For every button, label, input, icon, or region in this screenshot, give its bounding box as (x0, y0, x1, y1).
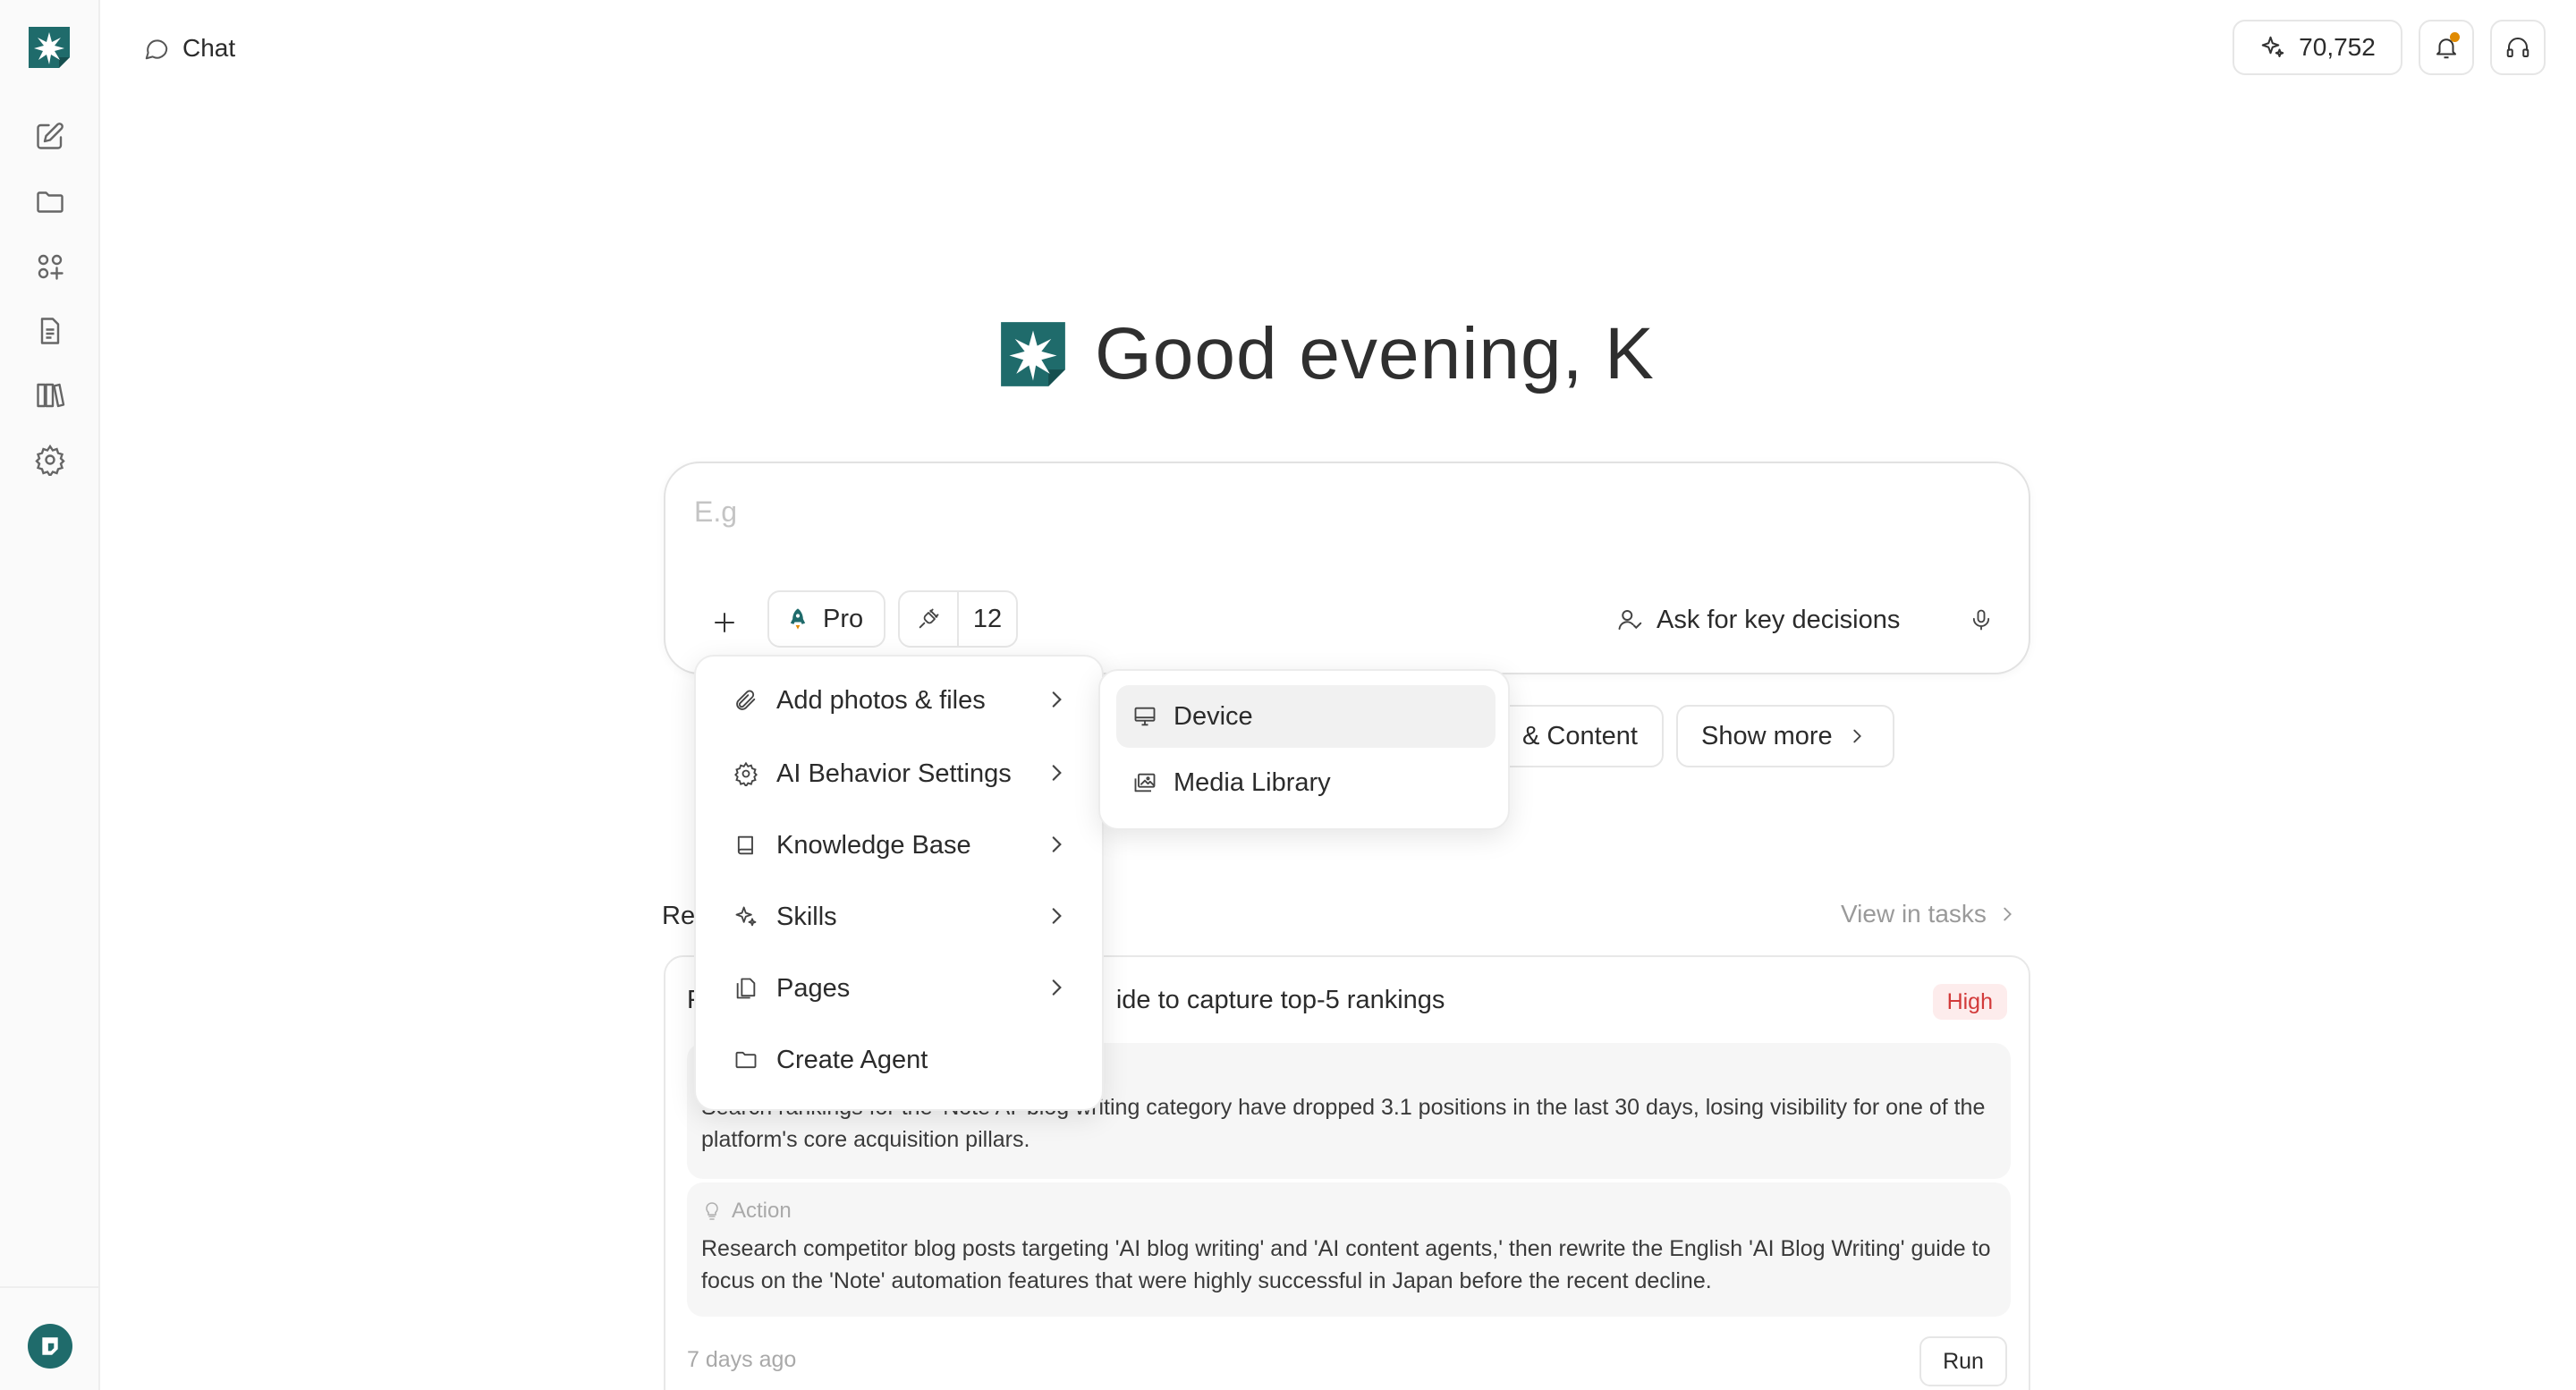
attach-menu: Add photos & files AI Behavior Settings … (694, 655, 1104, 1111)
support-button[interactable] (2490, 20, 2546, 75)
show-more-label: Show more (1701, 721, 1833, 750)
voice-input-button[interactable] (1957, 596, 2005, 644)
menu-item-label: Skills (776, 902, 837, 931)
greeting-text: Good evening, K (1095, 313, 1655, 394)
menu-item-add-photos-files[interactable]: Add photos & files (705, 669, 1095, 732)
task-title-text: ide to capture top-5 rankings (1115, 986, 1445, 1014)
submenu-item-media-library[interactable]: Media Library (1116, 751, 1496, 814)
sidebar-divider (0, 1286, 98, 1288)
sidebar (0, 0, 100, 1390)
breadcrumb[interactable]: Chat (143, 30, 235, 66)
microphone-icon (1972, 609, 1990, 631)
library-icon[interactable] (32, 377, 68, 413)
suggestion-label: & Content (1522, 721, 1638, 750)
chat-input[interactable] (694, 496, 1946, 529)
book-icon (733, 833, 758, 858)
pages-icon (733, 976, 758, 1001)
sparkle-icon (2259, 34, 2286, 61)
notifications-button[interactable] (2419, 20, 2474, 75)
task-action-box: Action Research competitor blog posts ta… (687, 1182, 2011, 1317)
chevron-right-icon (1052, 908, 1062, 924)
task-timestamp: 7 days ago (687, 1347, 797, 1372)
menu-item-knowledge-base[interactable]: Knowledge Base (705, 814, 1095, 877)
credits-button[interactable]: 70,752 (2233, 20, 2402, 75)
credits-value: 70,752 (2299, 33, 2376, 61)
run-task-button[interactable]: Run (1919, 1336, 2007, 1386)
priority-badge: High (1932, 984, 2007, 1020)
show-more-button[interactable]: Show more (1676, 705, 1894, 767)
chevron-right-icon (1052, 979, 1062, 996)
menu-item-skills[interactable]: Skills (705, 886, 1095, 948)
submenu-item-device[interactable]: Device (1116, 685, 1496, 748)
add-files-submenu: Device Media Library (1098, 669, 1510, 830)
monitor-icon (1132, 704, 1157, 729)
menu-item-label: Create Agent (776, 1045, 928, 1074)
headset-icon (2504, 34, 2531, 61)
gear-icon (733, 761, 758, 786)
menu-item-pages[interactable]: Pages (705, 957, 1095, 1020)
plug-icon (900, 592, 959, 646)
action-heading-label: Action (732, 1199, 792, 1223)
menu-item-label: Add photos & files (776, 685, 986, 715)
paperclip-icon (733, 688, 758, 713)
menu-item-ai-behavior-settings[interactable]: AI Behavior Settings (705, 742, 1095, 805)
view-tasks-label: View in tasks (1841, 900, 1987, 928)
brand-logo-icon (998, 319, 1068, 389)
greeting: Good evening, K (998, 309, 1655, 399)
action-heading: Action (701, 1199, 1996, 1224)
view-in-tasks-link[interactable]: View in tasks (1841, 900, 2017, 928)
lightbulb-icon (706, 1202, 718, 1220)
recent-section-label: Re (662, 902, 696, 930)
ask-key-decisions-toggle[interactable]: Ask for key decisions (1617, 596, 1900, 644)
notification-dot (2450, 32, 2460, 42)
tools-selector[interactable]: 12 (898, 590, 1018, 648)
attach-menu-button[interactable] (701, 599, 748, 646)
menu-item-label: AI Behavior Settings (776, 759, 1012, 788)
menu-item-label: Pages (776, 973, 851, 1003)
settings-icon[interactable] (32, 442, 68, 478)
chevron-right-icon (1052, 765, 1062, 781)
menu-item-create-agent[interactable]: Create Agent (705, 1029, 1095, 1091)
chevron-right-icon (1052, 836, 1062, 852)
chat-bubble-icon (143, 35, 170, 62)
sparkle-icon (733, 904, 758, 929)
breadcrumb-label: Chat (182, 34, 236, 62)
apps-icon[interactable] (32, 249, 68, 284)
submenu-item-label: Device (1174, 701, 1253, 731)
rocket-icon (785, 606, 810, 631)
document-icon[interactable] (32, 313, 68, 349)
images-icon (1132, 770, 1157, 795)
task-action-text: Research competitor blog posts targeting… (701, 1236, 1991, 1293)
folder-icon[interactable] (32, 184, 68, 220)
tools-count: 12 (972, 604, 1003, 633)
menu-item-label: Knowledge Base (776, 830, 971, 860)
mode-selector[interactable]: Pro (767, 590, 886, 648)
user-avatar[interactable] (28, 1324, 72, 1369)
new-chat-icon[interactable] (32, 118, 68, 154)
chevron-right-icon (2004, 907, 2012, 921)
chevron-right-icon (1853, 729, 1861, 743)
app-logo[interactable] (27, 25, 72, 70)
mode-label: Pro (823, 604, 864, 633)
folder-icon (733, 1047, 758, 1072)
user-check-icon (1617, 606, 1644, 633)
plus-icon (715, 613, 734, 632)
submenu-item-label: Media Library (1174, 767, 1331, 797)
chat-composer: Pro 12 Ask for key decisions (664, 462, 2030, 674)
ask-label: Ask for key decisions (1657, 605, 1901, 634)
chevron-right-icon (1052, 691, 1062, 708)
